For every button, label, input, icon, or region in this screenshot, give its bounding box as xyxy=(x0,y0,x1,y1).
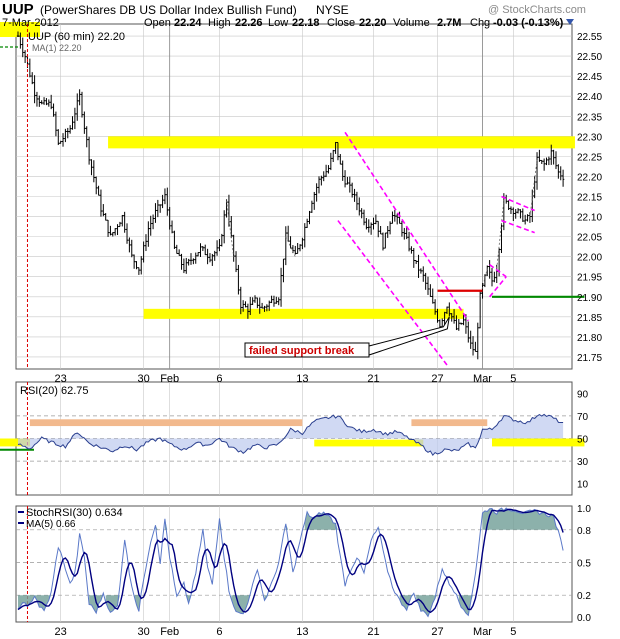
low-label: Low xyxy=(268,17,288,29)
price-tick-label: 22.50 xyxy=(577,52,602,63)
price-tick-label: 22.30 xyxy=(577,132,602,143)
chg-value: -0.03 (-0.13%) xyxy=(493,17,564,29)
high-label: High xyxy=(208,17,231,29)
price-tick-label: 21.90 xyxy=(577,293,602,304)
price-tick-label: 22.20 xyxy=(577,172,602,183)
x-tick-label: 30 xyxy=(137,626,149,638)
exchange-label: NYSE xyxy=(316,3,349,17)
watermark: @ StockCharts.com xyxy=(488,4,586,16)
x-tick-label: Feb xyxy=(160,626,179,638)
rsi-zone xyxy=(314,439,424,447)
price-tick-label: 22.25 xyxy=(577,152,602,163)
x-tick-label: 21 xyxy=(367,626,379,638)
x-tick-label: 13 xyxy=(296,626,308,638)
price-tick-label: 21.80 xyxy=(577,333,602,344)
low-value: 22.18 xyxy=(292,17,320,29)
price-tick-label: 22.15 xyxy=(577,193,602,204)
stoch-tick-label: 0.0 xyxy=(577,613,591,624)
x-tick-label: 23 xyxy=(55,626,67,638)
rsi-tick-label: 50 xyxy=(577,435,589,446)
callout-text: failed support break xyxy=(249,345,355,357)
stock-chart: 22.55 22.50 22.45 22.40 22.35 22.30 22.25 22.20… xyxy=(0,0,620,639)
stoch-title: StochRSI(30) 0.634 xyxy=(26,507,123,519)
price-tick-label: 21.85 xyxy=(577,313,602,324)
price-tick-label: 22.40 xyxy=(577,92,602,103)
stoch-tick-label: 1.0 xyxy=(577,504,591,515)
rsi-zone xyxy=(29,419,303,427)
x-tick-label: 21 xyxy=(367,373,379,385)
stoch-tick-label: 0.5 xyxy=(577,559,591,570)
ma5-legend: MA(5) 0.66 xyxy=(26,519,76,530)
x-tick-label: Feb xyxy=(160,373,179,385)
x-tick-label: 5 xyxy=(510,626,516,638)
chart-root: 22.55 22.50 22.45 22.40 22.35 22.30 22.25 22.20… xyxy=(0,0,620,639)
rsi-tick-label: 90 xyxy=(577,389,589,400)
x-tick-label: 30 xyxy=(137,373,149,385)
price-tick-label: 21.75 xyxy=(577,353,602,364)
rsi-title: RSI(20) 62.75 xyxy=(20,385,88,397)
ticker-symbol: UUP xyxy=(2,1,34,18)
rsi-zone xyxy=(492,438,585,447)
price-tick-label: 22.05 xyxy=(577,233,602,244)
rsi-tick-label: 70 xyxy=(577,412,589,423)
x-tick-label: Mar xyxy=(473,626,492,638)
price-tick-label: 22.55 xyxy=(577,32,602,43)
fund-name: (PowerShares DB US Dollar Index Bullish … xyxy=(40,3,297,17)
volume-label: Volume xyxy=(393,17,430,29)
stoch-tick-label: 0.8 xyxy=(577,526,591,537)
price-tick-label: 22.35 xyxy=(577,112,602,123)
rsi-zone xyxy=(411,419,488,427)
x-tick-label: 6 xyxy=(216,626,222,638)
price-tick-label: 22.10 xyxy=(577,213,602,224)
high-value: 22.26 xyxy=(235,17,263,29)
x-tick-label: 23 xyxy=(55,373,67,385)
rsi-tick-label: 30 xyxy=(577,457,589,468)
price-tick-label: 22.45 xyxy=(577,72,602,83)
price-tick-label: 22.00 xyxy=(577,253,602,264)
price-tick-label: 21.95 xyxy=(577,273,602,284)
chg-label: Chg xyxy=(470,17,490,29)
close-label: Close xyxy=(327,17,355,29)
x-tick-label: 27 xyxy=(431,373,443,385)
x-tick-label: 6 xyxy=(216,373,222,385)
close-value: 22.20 xyxy=(359,17,387,29)
price-highlight-zone xyxy=(143,308,464,319)
x-tick-label: Mar xyxy=(473,373,492,385)
open-label: Open xyxy=(144,17,171,29)
x-tick-label: 5 xyxy=(510,373,516,385)
chart-date: 7-Mar-2012 xyxy=(2,17,59,29)
stoch-tick-label: 0.2 xyxy=(577,591,591,602)
open-value: 22.24 xyxy=(174,17,202,29)
ma1-legend: MA(1) 22.20 xyxy=(32,43,82,53)
rsi-tick-label: 10 xyxy=(577,480,589,491)
x-tick-label: 27 xyxy=(431,626,443,638)
x-tick-label: 13 xyxy=(296,373,308,385)
volume-value: 2.7M xyxy=(437,17,461,29)
price-title: UUP (60 min) 22.20 xyxy=(28,31,125,43)
price-highlight-zone xyxy=(108,136,575,149)
